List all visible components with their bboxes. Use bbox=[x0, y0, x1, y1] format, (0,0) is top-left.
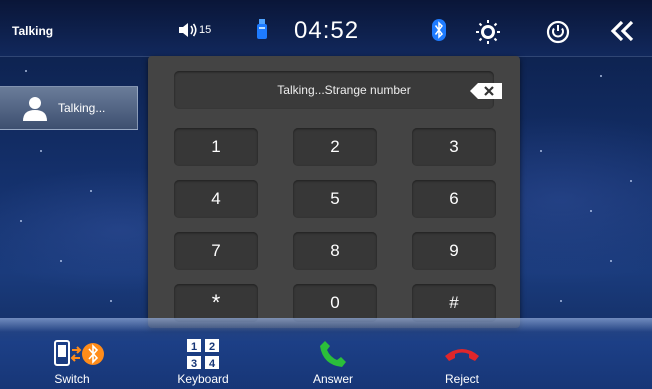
key-6[interactable]: 6 bbox=[412, 180, 496, 218]
brightness-icon[interactable] bbox=[476, 20, 500, 44]
speaker-icon bbox=[179, 23, 197, 37]
keypad-digit-4: 4 bbox=[209, 358, 216, 370]
keyboard-label: Keyboard bbox=[177, 372, 229, 386]
volume-indicator[interactable]: 15 bbox=[178, 22, 211, 38]
key-2[interactable]: 2 bbox=[293, 128, 377, 166]
answer-label: Answer bbox=[312, 372, 353, 386]
switch-label: Switch bbox=[54, 372, 90, 386]
key-9[interactable]: 9 bbox=[412, 232, 496, 270]
backspace-icon[interactable] bbox=[470, 83, 502, 99]
phone-screen: Talking 15 04:52 Talking... Talking...St… bbox=[0, 0, 652, 389]
key-hash[interactable]: # bbox=[412, 284, 496, 322]
reject-phone-icon bbox=[445, 349, 479, 361]
key-7[interactable]: 7 bbox=[174, 232, 258, 270]
bluetooth-icon bbox=[432, 19, 446, 41]
reject-label: Reject bbox=[444, 372, 479, 386]
key-star[interactable]: * bbox=[174, 284, 258, 322]
volume-level: 15 bbox=[199, 24, 212, 36]
status-title: Talking bbox=[12, 24, 54, 38]
call-status-text: Talking...Strange number bbox=[277, 83, 411, 97]
key-1[interactable]: 1 bbox=[174, 128, 258, 166]
key-4[interactable]: 4 bbox=[174, 180, 258, 218]
dialer-display: Talking...Strange number bbox=[174, 71, 502, 109]
key-3[interactable]: 3 bbox=[412, 128, 496, 166]
reject-button[interactable]: Reject bbox=[417, 338, 507, 389]
status-bar: Talking 15 04:52 bbox=[0, 0, 652, 57]
key-5[interactable]: 5 bbox=[293, 180, 377, 218]
answer-phone-icon bbox=[320, 341, 346, 367]
contact-status: Talking... bbox=[58, 101, 106, 115]
contact-entry[interactable]: Talking... bbox=[0, 86, 138, 130]
answer-button[interactable]: Answer bbox=[288, 338, 378, 389]
power-icon[interactable] bbox=[546, 20, 570, 44]
keypad-icon: 1 2 3 4 bbox=[187, 339, 219, 370]
keyboard-button[interactable]: 1 2 3 4 Keyboard bbox=[158, 338, 248, 389]
key-0[interactable]: 0 bbox=[293, 284, 377, 322]
contact-avatar-icon bbox=[23, 97, 47, 121]
keypad-digit-2: 2 bbox=[209, 341, 215, 353]
switch-button[interactable]: Switch bbox=[27, 338, 117, 389]
dialer-panel: Talking...Strange number 1 2 3 4 5 6 7 8… bbox=[148, 56, 520, 328]
back-icon[interactable] bbox=[610, 20, 636, 42]
keypad-digit-3: 3 bbox=[191, 358, 197, 370]
keypad-digit-1: 1 bbox=[191, 341, 197, 353]
key-8[interactable]: 8 bbox=[293, 232, 377, 270]
usb-icon bbox=[257, 19, 267, 39]
switch-audio-icon bbox=[54, 340, 104, 366]
clock: 04:52 bbox=[294, 17, 360, 44]
